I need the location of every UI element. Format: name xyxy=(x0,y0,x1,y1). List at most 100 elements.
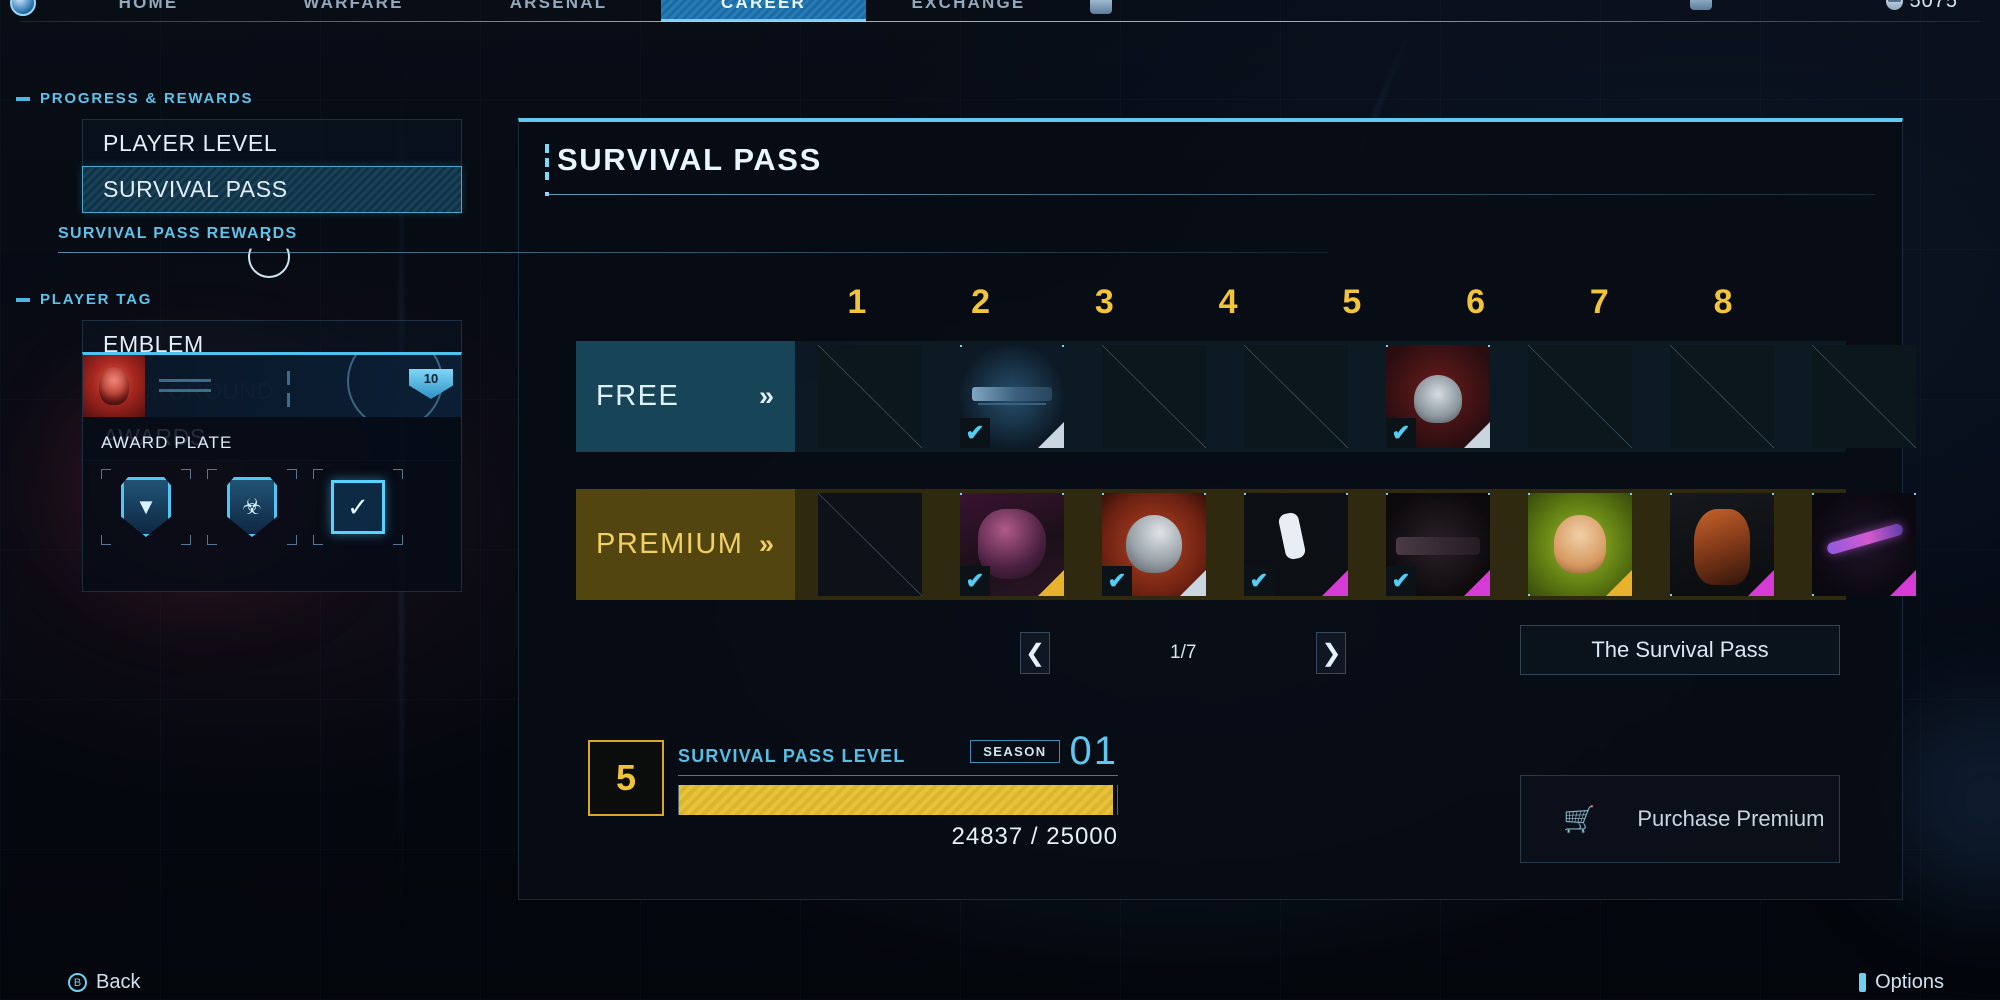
collapse-dash-icon-2[interactable] xyxy=(16,297,30,302)
reward-cell[interactable]: ✔ xyxy=(1363,489,1505,600)
back-button[interactable]: B Back xyxy=(68,971,140,994)
the-survival-pass-button[interactable]: The Survival Pass xyxy=(1520,625,1840,675)
currency-display: 5075 xyxy=(1885,0,1959,13)
reward-cell[interactable]: ✔ xyxy=(937,489,1079,600)
reward-cell[interactable]: ✔ xyxy=(1079,489,1221,600)
column-number: 1 xyxy=(847,283,867,321)
options-bar-icon xyxy=(1859,973,1867,992)
reward-cell[interactable] xyxy=(795,341,937,452)
claimed-check-icon: ✔ xyxy=(1386,418,1416,448)
reward-cell[interactable] xyxy=(1221,341,1363,452)
reward-cell[interactable] xyxy=(1079,341,1221,452)
cell-node-marker xyxy=(1062,345,1064,347)
column-number: 7 xyxy=(1589,283,1609,321)
claimed-check-icon: ✔ xyxy=(1244,566,1274,596)
player-card-preview: 10 AWARD PLATE ▼ ☣ ✓ xyxy=(82,352,462,592)
panel-header: SURVIVAL PASS xyxy=(519,122,1902,180)
survival-pass-level-box: 5 xyxy=(588,740,664,816)
free-track-cells[interactable]: ✔ ✔ xyxy=(795,341,1931,452)
rarity-corner-indicator xyxy=(1038,570,1064,596)
progress-label: SURVIVAL PASS LEVEL xyxy=(678,746,906,766)
cell-node-marker xyxy=(1488,345,1490,347)
sidebar-group-player-tag: PLAYER TAG xyxy=(16,291,470,308)
reward-cell[interactable] xyxy=(1505,489,1647,600)
options-label: Options xyxy=(1875,971,1944,993)
emote-reward-icon: ✔ xyxy=(1244,493,1348,596)
survival-pass-progress: SURVIVAL PASS LEVEL SEASON 01 24837 / 25… xyxy=(678,731,1118,851)
creature-card-reward-icon: ✔ xyxy=(960,493,1064,596)
cell-node-marker xyxy=(1772,493,1774,495)
reward-cell[interactable] xyxy=(795,489,937,600)
award-plate-slot-2[interactable]: ☣ xyxy=(207,469,297,545)
social-icon[interactable] xyxy=(1690,0,1712,10)
column-number: 3 xyxy=(1094,283,1114,321)
cell-node-marker xyxy=(1528,493,1530,495)
profile-orb-icon[interactable] xyxy=(10,0,36,16)
prev-page-button[interactable]: ❮ xyxy=(1020,632,1050,674)
nav-tab-arsenal[interactable]: ARSENAL xyxy=(456,0,661,22)
reward-cell[interactable] xyxy=(1789,489,1931,600)
chevron-shield-icon: ▼ xyxy=(121,477,171,537)
cell-node-marker xyxy=(1528,594,1530,596)
xp-progress-bar xyxy=(678,785,1118,815)
cell-node-marker xyxy=(1386,345,1388,347)
column-number: 6 xyxy=(1466,283,1486,321)
reward-cell[interactable] xyxy=(1505,341,1647,452)
currency-amount: 5075 xyxy=(1909,0,1958,12)
cell-node-marker xyxy=(1914,493,1916,495)
reward-cell[interactable] xyxy=(1647,341,1789,452)
empty-slot-slash-icon xyxy=(1244,345,1348,448)
nav-tab-career[interactable]: CAREER xyxy=(661,0,866,22)
empty-slot-slash-icon xyxy=(818,345,922,448)
settings-icon[interactable] xyxy=(1090,0,1112,14)
cell-node-marker xyxy=(1670,493,1672,495)
cell-node-marker xyxy=(1488,493,1490,495)
options-button[interactable]: Options xyxy=(1859,971,1944,994)
sidebar-group-title-2: PLAYER TAG xyxy=(40,291,153,308)
award-plate-slot-3[interactable]: ✓ xyxy=(313,469,403,545)
panel-rule xyxy=(545,194,1875,195)
cell-node-marker xyxy=(1812,594,1814,596)
rarity-corner-indicator xyxy=(1464,422,1490,448)
cell-node-marker xyxy=(960,345,962,347)
reward-cell[interactable] xyxy=(1647,489,1789,600)
empty-reward-slot xyxy=(1244,345,1348,448)
next-page-button[interactable]: ❯ xyxy=(1316,632,1347,674)
sidebar-menu-progress[interactable]: PLAYER LEVEL SURVIVAL PASS xyxy=(82,119,462,213)
nav-tab-exchange[interactable]: EXCHANGE xyxy=(866,0,1071,22)
sidebar-item-survival-pass[interactable]: SURVIVAL PASS xyxy=(82,166,462,213)
reward-cell[interactable]: ✔ xyxy=(1363,341,1505,452)
avatar xyxy=(83,355,145,417)
nav-underline xyxy=(20,21,1980,22)
page-indicator: 1/7 xyxy=(1170,642,1197,663)
skull-emblem-reward-icon: ✔ xyxy=(1386,345,1490,448)
sidebar-item-player-level[interactable]: PLAYER LEVEL xyxy=(82,119,462,166)
reward-cell[interactable] xyxy=(1789,341,1931,452)
award-plate-slots[interactable]: ▼ ☣ ✓ xyxy=(101,469,443,545)
player-card-hud-art: 10 xyxy=(145,355,461,417)
premium-track-label: PREMIUM » xyxy=(576,489,795,600)
reward-cell[interactable]: ✔ xyxy=(1221,489,1363,600)
award-plate-slot-1[interactable]: ▼ xyxy=(101,469,191,545)
claimed-check-icon: ✔ xyxy=(1386,566,1416,596)
pagination[interactable]: ❮ 1/7 ❯ xyxy=(1020,632,1347,674)
collapse-dash-icon[interactable] xyxy=(16,96,30,101)
character-skin-reward-icon xyxy=(1670,493,1774,596)
title-tick-icon xyxy=(545,144,549,180)
empty-slot-slash-icon xyxy=(1102,345,1206,448)
reward-cell[interactable]: ✔ xyxy=(937,341,1079,452)
cell-node-marker xyxy=(1386,493,1388,495)
premium-track-row: PREMIUM » ✔ ✔ ✔ ✔ xyxy=(576,489,1916,600)
claimed-check-icon: ✔ xyxy=(1102,566,1132,596)
empty-slot-slash-icon xyxy=(1528,345,1632,448)
purchase-premium-label: Purchase Premium xyxy=(1637,806,1825,831)
premium-track-cells[interactable]: ✔ ✔ ✔ ✔ xyxy=(795,489,1931,600)
nav-tab-warfare[interactable]: WARFARE xyxy=(251,0,456,22)
free-track-name: FREE xyxy=(596,380,680,412)
nav-tab-home[interactable]: HOME xyxy=(46,0,251,22)
xp-progress-fill xyxy=(679,785,1113,815)
purchase-premium-button[interactable]: 🛒 Purchase Premium xyxy=(1520,775,1840,863)
back-label: Back xyxy=(96,971,141,993)
section-rule xyxy=(58,252,1328,253)
page-title: SURVIVAL PASS xyxy=(557,142,822,177)
